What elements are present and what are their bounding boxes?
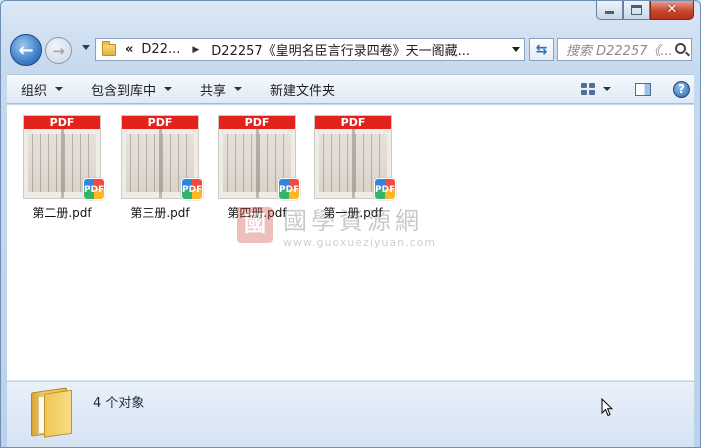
close-icon: ✕ xyxy=(666,2,678,17)
pdf-thumbnail: PDF PDF xyxy=(314,115,396,200)
item-count: 4 个对象 xyxy=(93,396,145,411)
pdf-app-icon: PDF xyxy=(83,178,105,200)
minimize-button[interactable] xyxy=(596,1,623,20)
watermark-url: www.guoxueziyuan.com xyxy=(283,236,437,249)
pdf-label-band: PDF xyxy=(315,116,391,129)
share-label: 共享 xyxy=(200,83,227,99)
caption-buttons: ✕ xyxy=(596,1,694,22)
share-menu[interactable]: 共享 xyxy=(186,75,256,103)
close-button[interactable]: ✕ xyxy=(650,1,694,20)
new-folder-label: 新建文件夹 xyxy=(270,83,336,99)
pdf-label-band: PDF xyxy=(24,116,100,129)
watermark-text: 國學資源網 xyxy=(283,207,423,235)
file-item[interactable]: PDF PDF 第二册.pdf xyxy=(19,115,105,221)
search-input[interactable]: 搜索 D22257《... xyxy=(557,38,692,61)
search-icon[interactable] xyxy=(675,43,686,54)
help-icon[interactable]: ? xyxy=(673,80,690,98)
file-item[interactable]: PDF PDF 第三册.pdf xyxy=(117,115,203,221)
forward-button[interactable]: → xyxy=(45,37,72,64)
preview-pane-icon[interactable] xyxy=(635,82,651,96)
refresh-icon: ⇆ xyxy=(535,41,548,58)
chevron-down-icon xyxy=(55,87,64,91)
view-options-dropdown[interactable] xyxy=(603,87,611,91)
include-in-library-label: 包含到库中 xyxy=(91,83,157,99)
command-bar: 组织 包含到库中 共享 新建文件夹 ? xyxy=(7,74,694,104)
refresh-button[interactable]: ⇆ xyxy=(529,38,554,61)
file-list-view[interactable]: PDF PDF 第二册.pdf PDF PDF 第三册.pdf PDF PDF … xyxy=(7,105,694,381)
watermark-seal: 國 xyxy=(237,207,273,243)
breadcrumb-separator-icon[interactable]: ▶ xyxy=(192,45,199,55)
pdf-thumbnail: PDF PDF xyxy=(23,115,105,200)
maximize-icon xyxy=(631,5,642,15)
organize-menu[interactable]: 组织 xyxy=(7,75,77,103)
forward-arrow-icon: → xyxy=(52,41,65,60)
folder-large-icon xyxy=(31,387,67,437)
pdf-app-icon: PDF xyxy=(278,178,300,200)
folder-icon xyxy=(102,40,116,56)
mouse-cursor-icon xyxy=(601,397,614,420)
command-bar-right: ? xyxy=(581,75,694,103)
breadcrumb-overflow[interactable]: « xyxy=(125,42,133,57)
chevron-down-icon xyxy=(164,87,173,91)
recent-pages-dropdown[interactable] xyxy=(82,45,90,50)
details-pane: 4 个对象 xyxy=(7,382,694,447)
breadcrumb-parent[interactable]: D22... xyxy=(139,42,182,57)
address-row: ← → « D22... ▶ D22257《皇明名臣言行录四卷》天一阁藏... … xyxy=(9,33,692,67)
pdf-thumbnail: PDF PDF xyxy=(121,115,203,200)
pdf-label-band: PDF xyxy=(122,116,198,129)
search-placeholder: 搜索 D22257《... xyxy=(566,44,673,59)
watermark: 國 國學資源網 www.guoxueziyuan.com xyxy=(237,201,436,249)
minimize-icon xyxy=(604,5,615,15)
address-dropdown-icon[interactable] xyxy=(512,47,520,52)
pdf-app-icon: PDF xyxy=(181,178,203,200)
breadcrumb-current[interactable]: D22257《皇明名臣言行录四卷》天一阁藏... xyxy=(209,40,472,59)
back-button[interactable]: ← xyxy=(10,34,42,66)
new-folder-button[interactable]: 新建文件夹 xyxy=(256,75,349,103)
include-in-library-menu[interactable]: 包含到库中 xyxy=(77,75,186,103)
back-arrow-icon: ← xyxy=(18,39,34,61)
file-name[interactable]: 第二册.pdf xyxy=(19,204,105,221)
address-bar[interactable]: « D22... ▶ D22257《皇明名臣言行录四卷》天一阁藏... xyxy=(95,38,525,61)
file-name[interactable]: 第三册.pdf xyxy=(117,204,203,221)
pdf-app-icon: PDF xyxy=(374,178,396,200)
pdf-label-band: PDF xyxy=(219,116,295,129)
explorer-window: ✕ ← → « D22... ▶ D22257《皇明名臣言行录四卷》天一阁藏..… xyxy=(0,0,701,448)
maximize-button[interactable] xyxy=(623,1,650,20)
change-view-icon[interactable] xyxy=(581,83,595,95)
pdf-thumbnail: PDF PDF xyxy=(218,115,300,200)
organize-label: 组织 xyxy=(21,83,48,99)
chevron-down-icon xyxy=(234,87,243,91)
